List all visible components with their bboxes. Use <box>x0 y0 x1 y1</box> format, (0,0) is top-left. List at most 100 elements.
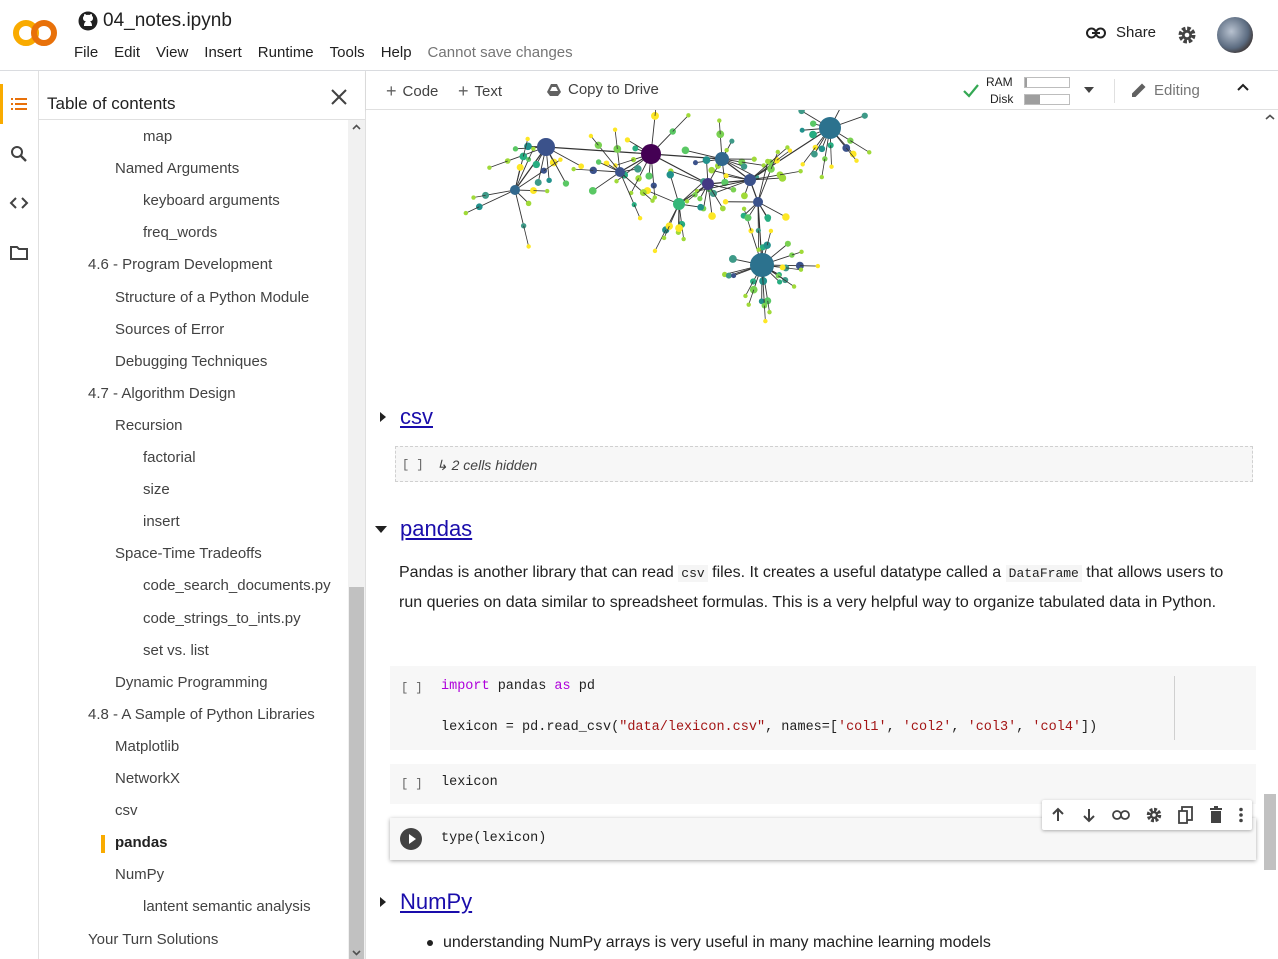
notebook-scroll-thumb[interactable] <box>1264 794 1276 870</box>
graph-node <box>681 146 690 155</box>
toc-item-size[interactable]: size <box>143 481 170 498</box>
pandas-heading-link[interactable]: pandas <box>400 516 472 542</box>
title-row: 04_notes.ipynb <box>78 10 232 32</box>
menu-edit[interactable]: Edit <box>114 44 140 61</box>
toc-item-pandas[interactable]: pandas <box>115 834 168 851</box>
scroll-down-icon[interactable] <box>352 950 361 956</box>
toc-item-structure-of-a-python-module[interactable]: Structure of a Python Module <box>115 289 309 306</box>
ram-label: RAM <box>986 75 1013 89</box>
expanded-triangle-icon[interactable] <box>374 524 388 534</box>
numpy-heading-link[interactable]: NumPy <box>400 889 472 915</box>
toc-item-debugging-techniques[interactable]: Debugging Techniques <box>115 353 267 370</box>
share-button[interactable]: Share <box>1086 24 1156 41</box>
graph-node <box>818 145 826 153</box>
toc-item-sources-of-error[interactable]: Sources of Error <box>115 321 224 338</box>
graph-node <box>708 212 716 220</box>
code-line[interactable]: import pandas as pd <box>441 679 595 694</box>
run-cell-button[interactable] <box>400 828 422 850</box>
graph-node <box>635 175 642 182</box>
chevron-up-icon[interactable] <box>1236 82 1250 92</box>
add-code-button[interactable]: + Code <box>386 81 438 102</box>
toc-item-matplotlib[interactable]: Matplotlib <box>115 738 179 755</box>
csv-heading-link[interactable]: csv <box>400 404 433 430</box>
toc-item-set-vs-list[interactable]: set vs. list <box>143 642 209 659</box>
gear-icon[interactable] <box>1145 806 1163 824</box>
graph-node <box>534 178 542 186</box>
graph-node <box>675 224 683 232</box>
toc-item-your-turn-solutions[interactable]: Your Turn Solutions <box>88 931 218 948</box>
code-snippets-icon[interactable] <box>9 195 29 211</box>
toc-item-code-strings-to-ints-py[interactable]: code_strings_to_ints.py <box>143 610 301 627</box>
avatar[interactable] <box>1217 17 1253 53</box>
graph-hub-node <box>753 197 763 207</box>
chevron-down-icon[interactable] <box>1084 87 1094 93</box>
toc-icon[interactable] <box>9 95 29 113</box>
notebook-title[interactable]: 04_notes.ipynb <box>103 10 232 32</box>
scroll-up-icon[interactable] <box>1265 114 1275 120</box>
code-cell-lexicon[interactable]: [ ] lexicon <box>390 764 1256 804</box>
menu-runtime[interactable]: Runtime <box>258 44 314 61</box>
graph-hub-node <box>744 174 756 186</box>
graph-node <box>743 293 748 299</box>
mirror-cell-icon[interactable] <box>1178 806 1194 824</box>
more-icon[interactable] <box>1238 807 1244 823</box>
toc-item-4-6-program-development[interactable]: 4.6 - Program Development <box>88 256 272 273</box>
search-icon[interactable] <box>9 144 29 164</box>
hidden-cells-placeholder[interactable]: [ ] ↳ 2 cells hidden <box>395 446 1253 482</box>
toc-item-csv[interactable]: csv <box>115 802 138 819</box>
files-icon[interactable] <box>9 245 29 261</box>
toc-item-dynamic-programming[interactable]: Dynamic Programming <box>115 674 268 691</box>
toc-item-insert[interactable]: insert <box>143 513 180 530</box>
toc-item-keyboard-arguments[interactable]: keyboard arguments <box>143 192 280 209</box>
string-literal: 'col4' <box>1032 720 1082 735</box>
graph-node <box>785 145 790 150</box>
code-line[interactable]: lexicon <box>441 775 498 790</box>
menu-tools[interactable]: Tools <box>330 44 365 61</box>
graph-node <box>764 214 772 222</box>
code-cell-import[interactable]: [ ] import pandas as pd lexicon = pd.rea… <box>390 666 1256 750</box>
toc-scroll-thumb[interactable] <box>349 587 364 959</box>
colab-logo[interactable] <box>12 18 58 48</box>
menu-view[interactable]: View <box>156 44 188 61</box>
toc-item-lantent-semantic-analysis[interactable]: lantent semantic analysis <box>143 898 311 915</box>
toc-item-factorial[interactable]: factorial <box>143 449 196 466</box>
code-line[interactable]: type(lexicon) <box>441 831 546 846</box>
toc-scrollbar[interactable] <box>348 120 365 959</box>
toc-item-named-arguments[interactable]: Named Arguments <box>115 160 239 177</box>
toc-item-recursion[interactable]: Recursion <box>115 417 183 434</box>
delete-icon[interactable] <box>1209 806 1223 824</box>
toc-item-4-7-algorithm-design[interactable]: 4.7 - Algorithm Design <box>88 385 236 402</box>
toc-item-code-search-documents-py[interactable]: code_search_documents.py <box>143 577 331 594</box>
copy-to-drive-button[interactable]: Copy to Drive <box>546 81 659 98</box>
editing-mode-button[interactable]: Editing <box>1130 81 1200 99</box>
toc-item-map[interactable]: map <box>143 128 172 145</box>
menu-help[interactable]: Help <box>381 44 412 61</box>
toc-item-space-time-tradeoffs[interactable]: Space-Time Tradeoffs <box>115 545 262 562</box>
move-down-icon[interactable] <box>1081 807 1097 823</box>
section-csv: csv <box>378 404 433 430</box>
graph-node <box>546 177 552 184</box>
toc-item-networkx[interactable]: NetworkX <box>115 770 180 787</box>
menu-file[interactable]: File <box>74 44 98 61</box>
collapsed-triangle-icon[interactable] <box>378 411 388 423</box>
link-icon[interactable] <box>1111 809 1130 821</box>
graph-node <box>799 127 805 133</box>
toc-item-numpy[interactable]: NumPy <box>115 866 164 883</box>
link-icon <box>1086 27 1106 38</box>
code-line[interactable]: lexicon = pd.read_csv("data/lexicon.csv"… <box>441 720 1097 735</box>
scroll-up-icon[interactable] <box>352 124 361 130</box>
menu-insert[interactable]: Insert <box>204 44 242 61</box>
graph-edge <box>489 160 508 169</box>
gear-icon[interactable] <box>1176 24 1198 46</box>
graph-node <box>731 273 737 279</box>
toc-item-4-8-a-sample-of-python-libraries[interactable]: 4.8 - A Sample of Python Libraries <box>88 706 315 723</box>
move-up-icon[interactable] <box>1050 807 1066 823</box>
close-icon[interactable] <box>329 87 349 107</box>
graph-node <box>867 150 872 155</box>
collapsed-triangle-icon[interactable] <box>378 896 388 908</box>
notebook-scrollbar[interactable] <box>1262 110 1278 959</box>
toc-item-freq-words[interactable]: freq_words <box>143 224 217 241</box>
add-text-button[interactable]: + Text <box>458 81 502 102</box>
graph-node <box>702 156 711 164</box>
section-pandas: pandas <box>374 516 472 542</box>
